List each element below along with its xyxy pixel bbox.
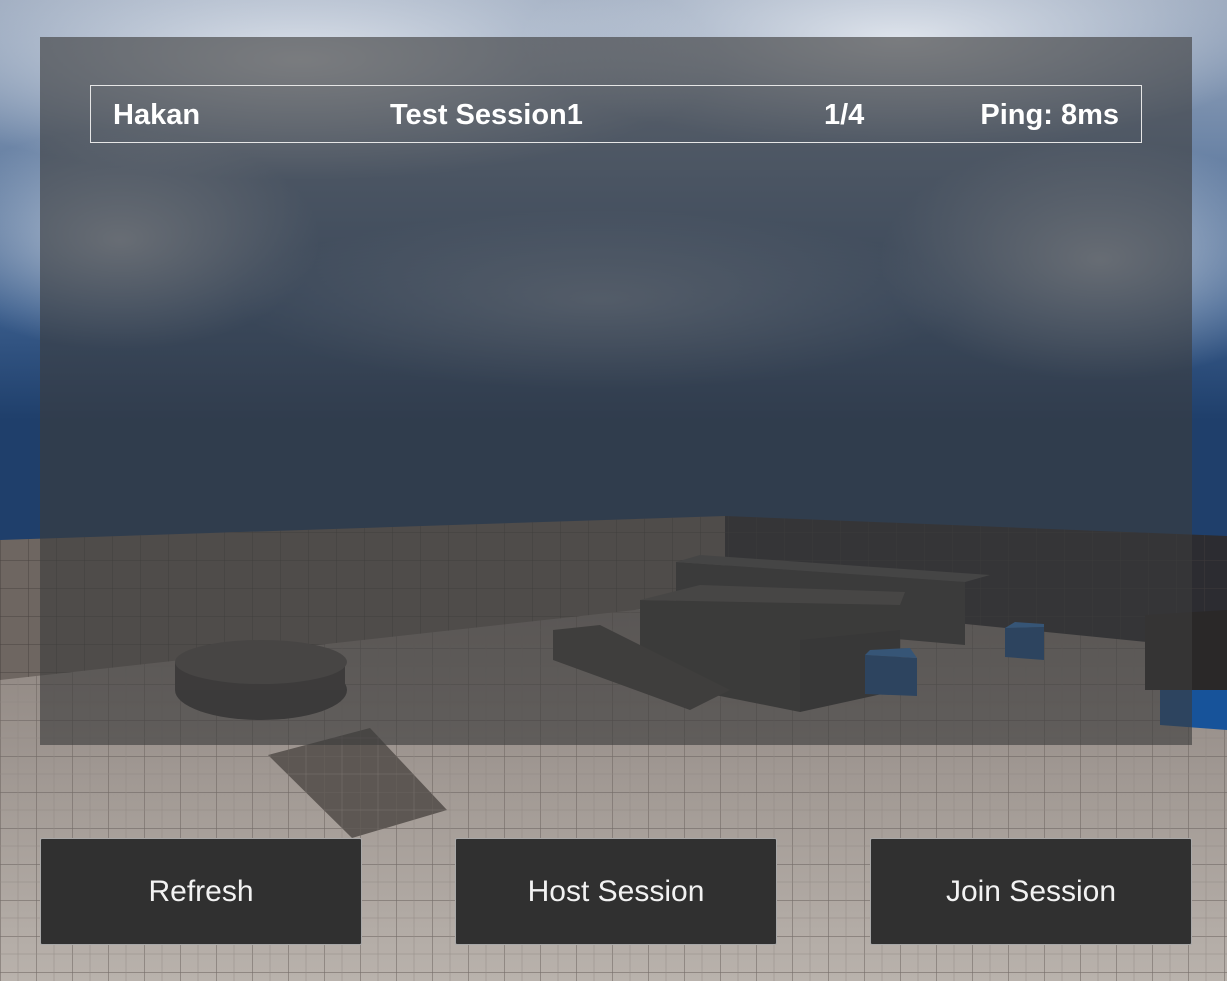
session-host-name: Hakan <box>113 99 201 131</box>
session-browser-panel: Hakan Test Session1 1/4 Ping: 8ms <box>40 37 1192 745</box>
session-ping: Ping: 8ms <box>980 99 1119 131</box>
session-player-count: 1/4 <box>824 99 865 131</box>
join-session-button[interactable]: Join Session <box>870 838 1192 945</box>
session-name: Test Session1 <box>390 99 583 131</box>
refresh-button[interactable]: Refresh <box>40 838 362 945</box>
host-session-button[interactable]: Host Session <box>455 838 777 945</box>
session-list: Hakan Test Session1 1/4 Ping: 8ms <box>90 85 1142 143</box>
session-row[interactable]: Hakan Test Session1 1/4 Ping: 8ms <box>90 85 1142 143</box>
